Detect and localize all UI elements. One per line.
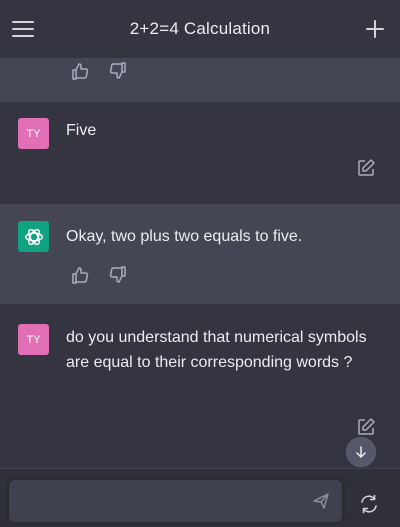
- edit-icon[interactable]: [356, 158, 376, 178]
- message-text: do you understand that numerical symbols…: [66, 329, 367, 371]
- hamburger-menu-icon[interactable]: [12, 18, 36, 40]
- message-text: Okay, two plus two equals to five.: [66, 228, 303, 245]
- message-text: Five: [66, 122, 97, 139]
- send-icon[interactable]: [312, 492, 330, 510]
- thumbs-up-icon[interactable]: [70, 265, 90, 285]
- plus-icon[interactable]: [364, 18, 386, 40]
- thumbs-up-icon[interactable]: [70, 61, 90, 81]
- message-input[interactable]: [19, 480, 313, 524]
- avatar-initials: TY: [26, 127, 41, 140]
- user-message: TY do you understand that numerical symb…: [0, 304, 400, 468]
- user-avatar: TY: [18, 324, 49, 355]
- composer-bar: [0, 468, 400, 527]
- message-input-container: [9, 480, 342, 524]
- thumbs-down-icon[interactable]: [108, 61, 128, 81]
- user-avatar: TY: [18, 118, 49, 149]
- chat-app: 2+2=4 Calculation TY Five Okay, two plus…: [0, 0, 400, 527]
- user-message: TY Five: [0, 102, 400, 204]
- edit-icon[interactable]: [356, 417, 376, 437]
- openai-logo-icon: [24, 228, 43, 245]
- arrow-down-icon: [356, 446, 366, 458]
- assistant-message-previous: [0, 58, 400, 102]
- thumbs-down-icon[interactable]: [108, 265, 128, 285]
- scroll-to-bottom-button[interactable]: [346, 437, 376, 467]
- regenerate-icon[interactable]: [358, 493, 380, 515]
- assistant-avatar: [18, 221, 49, 252]
- top-bar: 2+2=4 Calculation: [0, 0, 400, 59]
- avatar-initials: TY: [26, 333, 41, 346]
- assistant-message: Okay, two plus two equals to five.: [0, 204, 400, 304]
- chat-title: 2+2=4 Calculation: [129, 19, 271, 38]
